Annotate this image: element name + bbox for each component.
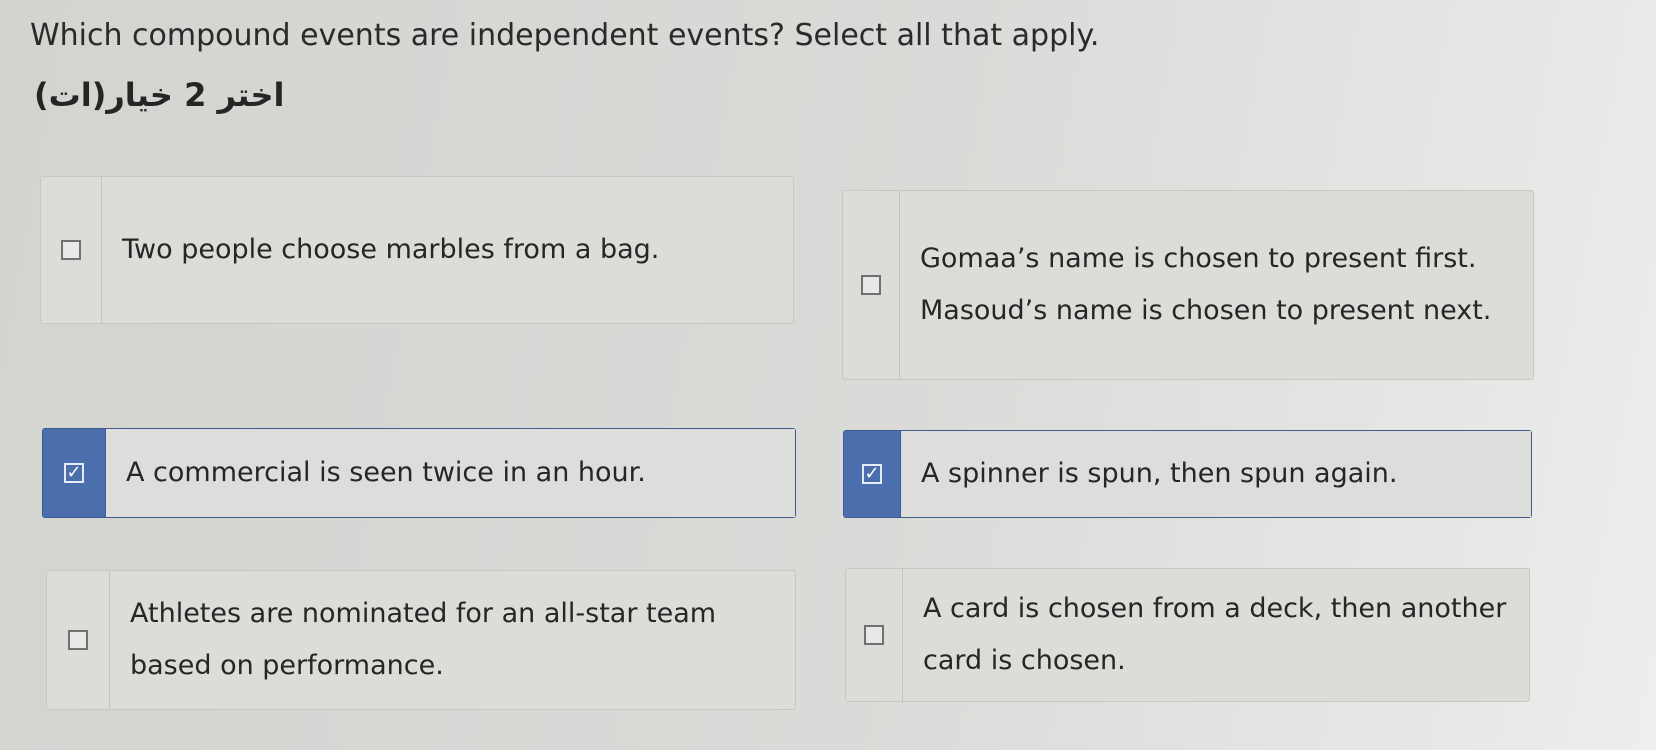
checkbox-icon[interactable] — [864, 625, 884, 645]
checkbox-column[interactable] — [846, 569, 903, 701]
checkbox-column[interactable]: ✓ — [844, 431, 901, 517]
option-label: Athletes are nominated for an all-star t… — [130, 598, 717, 681]
checkbox-icon[interactable] — [861, 275, 881, 295]
option-athletes[interactable]: Athletes are nominated for an all-star t… — [46, 570, 796, 710]
checkbox-column[interactable]: ✓ — [43, 429, 106, 517]
option-cards[interactable]: A card is chosen from a deck, then anoth… — [845, 568, 1530, 702]
checkbox-column[interactable] — [47, 571, 110, 709]
question-text: Which compound events are independent ev… — [30, 18, 1100, 53]
option-spinner[interactable]: ✓ A spinner is spun, then spun again. — [843, 430, 1532, 518]
select-count-hint: اختر 2 خيار(ات) — [34, 76, 285, 114]
checkbox-icon[interactable] — [68, 630, 88, 650]
option-label: Two people choose marbles from a bag. — [122, 234, 660, 265]
checkbox-column[interactable] — [41, 177, 102, 323]
option-label: A card is chosen from a deck, then anoth… — [923, 593, 1507, 676]
option-label: A spinner is spun, then spun again. — [901, 431, 1531, 517]
option-label: A commercial is seen twice in an hour. — [106, 429, 795, 517]
checkbox-column[interactable] — [843, 191, 900, 379]
option-marbles[interactable]: Two people choose marbles from a bag. — [40, 176, 794, 324]
checkbox-icon[interactable] — [61, 240, 81, 260]
option-presenters[interactable]: Gomaa’s name is chosen to present first.… — [842, 190, 1534, 380]
option-label: Gomaa’s name is chosen to present first.… — [920, 243, 1492, 326]
checkmark-icon[interactable]: ✓ — [64, 463, 84, 483]
option-commercial[interactable]: ✓ A commercial is seen twice in an hour. — [42, 428, 796, 518]
checkmark-icon[interactable]: ✓ — [862, 464, 882, 484]
